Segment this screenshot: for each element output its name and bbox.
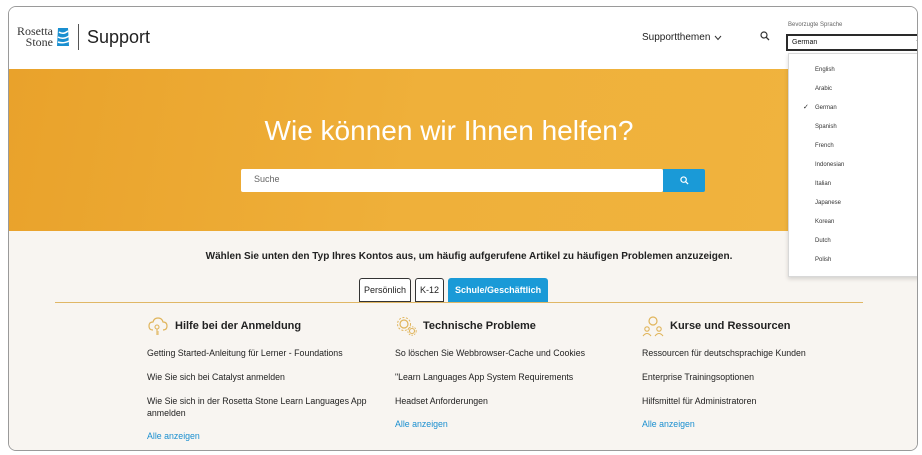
logo-divider: [78, 24, 79, 50]
language-select[interactable]: German ▼: [786, 34, 917, 51]
view-all-link[interactable]: Alle anzeigen: [147, 431, 379, 441]
gears-icon: [397, 317, 417, 336]
hero-title: Wie können wir Ihnen helfen?: [264, 115, 634, 146]
section-courses-resources: Kurse und Ressourcen Ressourcen für deut…: [642, 315, 874, 429]
language-select-value: German: [792, 39, 818, 46]
language-option-korean[interactable]: Korean: [789, 214, 917, 230]
article-link[interactable]: So löschen Sie Webbrowser-Cache und Cook…: [395, 347, 627, 359]
section-title: Technische Probleme: [423, 320, 536, 332]
section-technical-problems: Technische Probleme So löschen Sie Webbr…: [395, 315, 627, 429]
language-option-italian[interactable]: Italian: [789, 176, 917, 192]
hero-banner: Wie können wir Ihnen helfen? Suche: [9, 69, 917, 231]
article-link[interactable]: Wie Sie sich bei Catalyst anmelden: [147, 371, 379, 383]
tabs-divider: [55, 302, 863, 303]
language-option-indonesian[interactable]: Indonesian: [789, 157, 917, 173]
people-icon: [642, 316, 664, 337]
section-heading: Technische Probleme: [395, 315, 627, 337]
article-link[interactable]: Enterprise Trainingsoptionen: [642, 371, 874, 383]
language-option-arabic[interactable]: Arabic: [789, 81, 917, 97]
section-heading: Hilfe bei der Anmeldung: [147, 315, 379, 337]
section-title: Kurse und Ressourcen: [670, 320, 791, 332]
language-option-english[interactable]: English: [789, 62, 917, 78]
language-option-japanese[interactable]: Japanese: [789, 195, 917, 211]
language-option-polish[interactable]: Polish: [789, 252, 917, 268]
account-tabs: Persönlich K-12 Schule/Geschäftlich: [359, 278, 549, 302]
section-heading: Kurse und Ressourcen: [642, 315, 874, 337]
site-header: Rosetta Stone Support Supportthemen Bevo…: [9, 7, 917, 69]
tab-personal[interactable]: Persönlich: [359, 278, 412, 302]
article-link[interactable]: Headset Anforderungen: [395, 395, 627, 407]
rosetta-stone-logo[interactable]: Rosetta Stone Support: [17, 24, 150, 50]
search-button[interactable]: [663, 169, 705, 192]
search-input[interactable]: Suche: [241, 169, 663, 192]
browser-frame: Rosetta Stone Support Supportthemen Bevo…: [8, 6, 918, 451]
language-option-spanish[interactable]: Spanish: [789, 119, 917, 135]
view-all-link[interactable]: Alle anzeigen: [395, 419, 627, 429]
article-link[interactable]: "Learn Languages App System Requirements: [395, 371, 627, 383]
language-dropdown-list: English Arabic ✓ German Spanish French In…: [788, 53, 917, 277]
article-link[interactable]: Hilfsmittel für Administratoren: [642, 395, 874, 407]
section-title: Hilfe bei der Anmeldung: [175, 320, 302, 332]
support-topics-label: Supportthemen: [642, 32, 711, 43]
tab-k12[interactable]: K-12: [415, 278, 445, 302]
caret-down-icon: ▼: [915, 39, 917, 46]
section-login-help: Hilfe bei der Anmeldung Getting Started-…: [147, 315, 379, 441]
cloud-key-icon: [148, 317, 168, 335]
account-instruction: Wählen Sie unten den Typ Ihres Kontos au…: [205, 251, 733, 262]
support-topics-menu[interactable]: Supportthemen: [642, 32, 722, 43]
preferred-language-label: Bevorzugte Sprache: [788, 22, 843, 28]
chevron-down-icon: [715, 35, 722, 40]
checkmark-icon: ✓: [803, 104, 809, 111]
article-link[interactable]: Wie Sie sich in der Rosetta Stone Learn …: [147, 395, 379, 419]
article-link[interactable]: Ressourcen für deutschsprachige Kunden: [642, 347, 874, 359]
logo-wordmark: Rosetta Stone: [17, 25, 53, 49]
rosetta-stone-emblem-icon: [57, 28, 70, 46]
language-option-french[interactable]: French: [789, 138, 917, 154]
search-icon: [679, 176, 689, 185]
logo-line2: Stone: [25, 35, 53, 49]
tab-school-business[interactable]: Schule/Geschäftlich: [448, 278, 549, 302]
search-icon[interactable]: [760, 31, 770, 41]
account-type-section: Wählen Sie unten den Typ Ihres Kontos au…: [9, 231, 917, 450]
view-all-link[interactable]: Alle anzeigen: [642, 419, 874, 429]
logo-support-text: Support: [87, 26, 151, 47]
article-link[interactable]: Getting Started-Anleitung für Lerner - F…: [147, 347, 379, 359]
language-option-german[interactable]: ✓ German: [789, 100, 917, 116]
language-option-dutch[interactable]: Dutch: [789, 233, 917, 249]
